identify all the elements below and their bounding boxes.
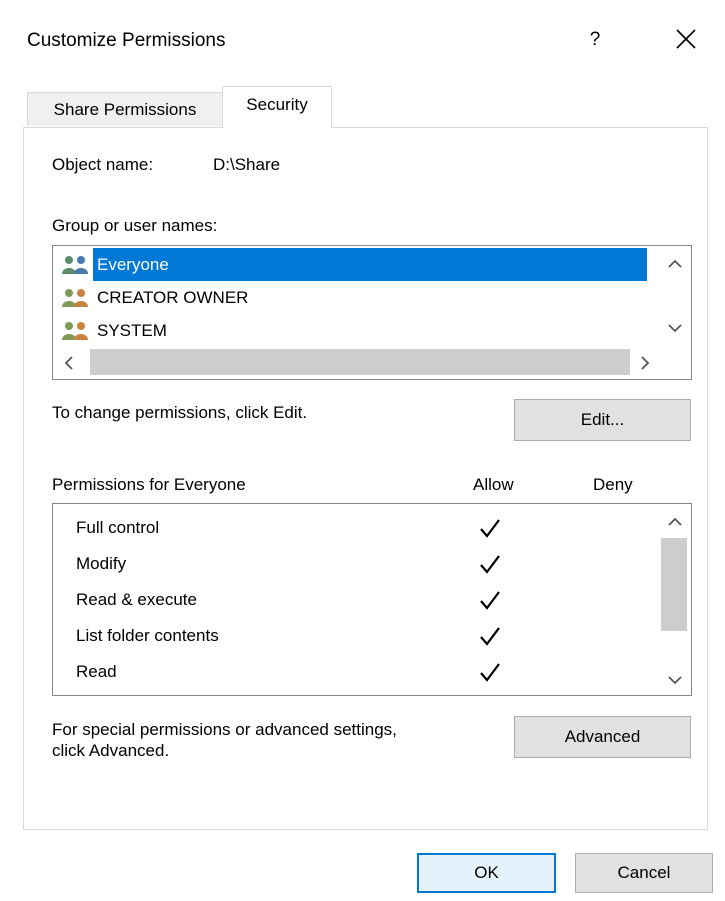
user-list-vertical-scrollbar[interactable] [658,247,690,347]
check-icon [480,555,500,574]
deny-header: Deny [593,475,633,494]
help-button[interactable]: ? [580,22,610,58]
edit-hint: To change permissions, click Edit. [52,403,308,422]
permissions-vertical-scrollbar[interactable] [658,505,690,694]
users-group-icon [59,320,93,342]
allow-header: Allow [473,475,514,494]
chevron-down-icon [668,676,682,685]
advanced-button[interactable]: Advanced [514,716,691,758]
permission-row-list-folder-contents: List folder contents [53,617,653,653]
group-user-label: Group or user names: [52,216,218,235]
check-icon [480,627,500,646]
list-item-system[interactable]: SYSTEM [59,314,659,347]
list-item-label: Everyone [93,248,647,281]
tab-share-permissions[interactable]: Share Permissions [27,92,223,126]
user-listbox[interactable]: Everyone CREATOR OWNER SYSTEM [52,245,692,380]
permission-row-read-execute: Read & execute [53,581,653,617]
ok-button[interactable]: OK [417,853,556,893]
list-item-creator-owner[interactable]: CREATOR OWNER [59,281,659,314]
check-icon [480,519,500,538]
permission-name: Full control [76,518,160,537]
chevron-up-icon [668,517,682,526]
permission-row-modify: Modify [53,545,653,581]
chevron-down-icon [668,324,682,333]
close-button[interactable] [666,20,706,60]
advanced-hint-line1: For special permissions or advanced sett… [52,720,397,739]
list-item-label: SYSTEM [97,321,167,340]
user-list-horizontal-scrollbar[interactable] [54,346,690,379]
users-group-icon [59,287,93,309]
users-group-icon [59,254,93,276]
permissions-list: Full control Modify Read & execute List … [52,503,692,696]
list-item-everyone[interactable]: Everyone [59,248,659,281]
permission-name: Read [76,662,117,681]
edit-button[interactable]: Edit... [514,399,691,441]
permission-row-read: Read [53,653,653,689]
close-icon [676,29,696,49]
permission-name: Read & execute [76,590,197,609]
advanced-hint-line2: click Advanced. [52,741,170,760]
check-icon [480,663,500,682]
permission-name: List folder contents [76,626,219,645]
cancel-button[interactable]: Cancel [575,853,713,893]
horizontal-scroll-thumb[interactable] [90,349,630,375]
vertical-scroll-thumb[interactable] [661,538,687,631]
permission-row-full-control: Full control [53,509,653,545]
chevron-up-icon [668,259,682,268]
chevron-left-icon [64,356,73,370]
tab-security[interactable]: Security [222,86,332,128]
chevron-right-icon [641,356,650,370]
list-item-label: CREATOR OWNER [97,288,249,307]
check-icon [480,591,500,610]
window-title: Customize Permissions [27,30,226,51]
permissions-header: Permissions for Everyone [52,475,246,494]
object-name-label: Object name: [52,155,154,174]
object-name-value: D:\Share [213,155,281,174]
permission-name: Modify [76,554,127,573]
